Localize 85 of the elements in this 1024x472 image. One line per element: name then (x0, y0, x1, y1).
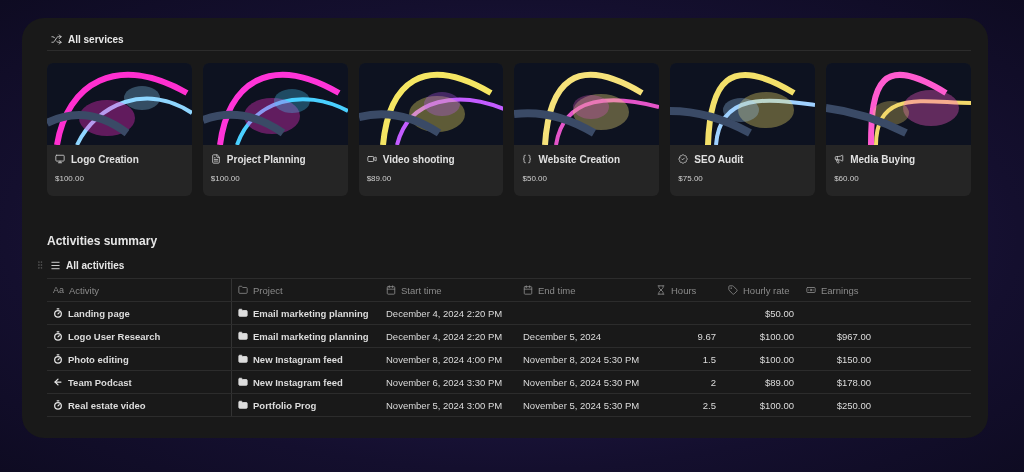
stopwatch-icon (53, 400, 63, 410)
service-name: Project Planning (226, 153, 306, 165)
view-tab[interactable]: All activities (66, 259, 125, 271)
table-cell: $50.00 (764, 307, 794, 319)
table-cell: December 5, 2024 (523, 330, 602, 342)
table-cell: 1.5 (702, 353, 716, 365)
service-card[interactable]: Project Planning $100.00 (202, 63, 348, 196)
stopwatch-icon (53, 331, 63, 341)
section-title: All services (68, 33, 124, 45)
project-link[interactable]: Email marketing planning (253, 307, 369, 319)
list-icon (50, 259, 61, 271)
activity-name[interactable]: Landing page (68, 307, 130, 319)
column-header[interactable]: Project (253, 284, 283, 296)
project-link[interactable]: New Instagram feed (253, 353, 343, 365)
table-cell: $100.00 (759, 353, 794, 365)
service-icon (210, 154, 221, 164)
table-cell: November 8, 2024 4:00 PM (386, 353, 503, 365)
column-header[interactable]: Activity (69, 284, 100, 296)
drag-handle-icon[interactable] (35, 260, 45, 270)
service-icon (366, 154, 377, 164)
service-card[interactable]: Video shooting $89.00 (358, 63, 504, 196)
table-cell: $250.00 (836, 399, 871, 411)
section-title: Activities summary (47, 234, 159, 250)
service-name: Logo Creation (71, 153, 139, 165)
service-card[interactable]: SEO Audit $75.00 (670, 63, 816, 196)
folder-icon (238, 308, 248, 318)
table-cell: $100.00 (759, 399, 794, 411)
table-cell: $178.00 (836, 376, 871, 388)
service-icon (522, 154, 533, 164)
table-cell: November 5, 2024 5:30 PM (523, 399, 640, 411)
column-icon (728, 285, 738, 295)
activity-name[interactable]: Real estate video (68, 399, 146, 411)
activity-name[interactable]: Team Podcast (68, 376, 132, 388)
service-name: SEO Audit (694, 153, 744, 165)
service-name: Video shooting (382, 153, 455, 165)
activity-name[interactable]: Photo editing (68, 353, 129, 365)
table-cell: $967.00 (836, 330, 871, 342)
service-price: $50.00 (521, 173, 548, 183)
column-header[interactable]: End time (538, 284, 576, 296)
project-link[interactable]: Portfolio Prog (253, 399, 317, 411)
folder-icon (238, 377, 248, 387)
column-header[interactable]: Start time (401, 284, 442, 296)
table-cell: $150.00 (836, 353, 871, 365)
arrow-left-icon (53, 377, 63, 387)
folder-icon (238, 354, 248, 364)
column-icon (656, 285, 666, 295)
service-price: $60.00 (833, 173, 860, 183)
table-cell: November 6, 2024 5:30 PM (523, 376, 640, 388)
column-header[interactable]: Earnings (821, 284, 859, 296)
service-price: $100.00 (54, 173, 85, 183)
service-icon (55, 154, 65, 164)
service-price: $100.00 (209, 173, 241, 183)
table-cell: November 8, 2024 5:30 PM (523, 353, 640, 365)
service-price: $89.00 (365, 173, 393, 183)
column-icon (386, 285, 396, 295)
folder-icon (238, 331, 248, 341)
service-card[interactable]: Website Creation $50.00 (514, 63, 660, 196)
table-cell: November 6, 2024 3:30 PM (386, 376, 503, 388)
folder-icon (238, 400, 248, 410)
table-cell: $100.00 (759, 330, 794, 342)
service-name: Website Creation (538, 153, 620, 165)
table-cell: 2 (710, 376, 716, 388)
service-card[interactable]: Media Buying $60.00 (826, 63, 971, 196)
project-link[interactable]: New Instagram feed (253, 376, 343, 388)
table-cell: November 5, 2024 3:00 PM (386, 399, 503, 411)
column-icon (523, 285, 533, 295)
column-icon (806, 285, 816, 295)
stopwatch-icon (53, 308, 63, 318)
service-name: Media Buying (850, 153, 916, 165)
service-price: $75.00 (677, 173, 704, 183)
column-icon (238, 285, 248, 295)
project-link[interactable]: Email marketing planning (253, 330, 369, 342)
service-icon (678, 154, 689, 164)
column-header[interactable]: Hourly rate (743, 284, 790, 296)
table-cell: 9.67 (697, 330, 716, 342)
text-type-icon: Aa (53, 285, 64, 295)
table-cell: December 4, 2024 2:20 PM (386, 307, 503, 319)
table-cell: $89.00 (764, 376, 794, 388)
column-header[interactable]: Hours (671, 284, 697, 296)
stopwatch-icon (53, 354, 63, 364)
table-cell: December 4, 2024 2:20 PM (386, 330, 503, 342)
table-cell: 2.5 (702, 399, 716, 411)
service-icon (834, 154, 845, 164)
activity-name[interactable]: Logo User Research (68, 330, 161, 342)
service-card[interactable]: Logo Creation $100.00 (47, 63, 192, 196)
